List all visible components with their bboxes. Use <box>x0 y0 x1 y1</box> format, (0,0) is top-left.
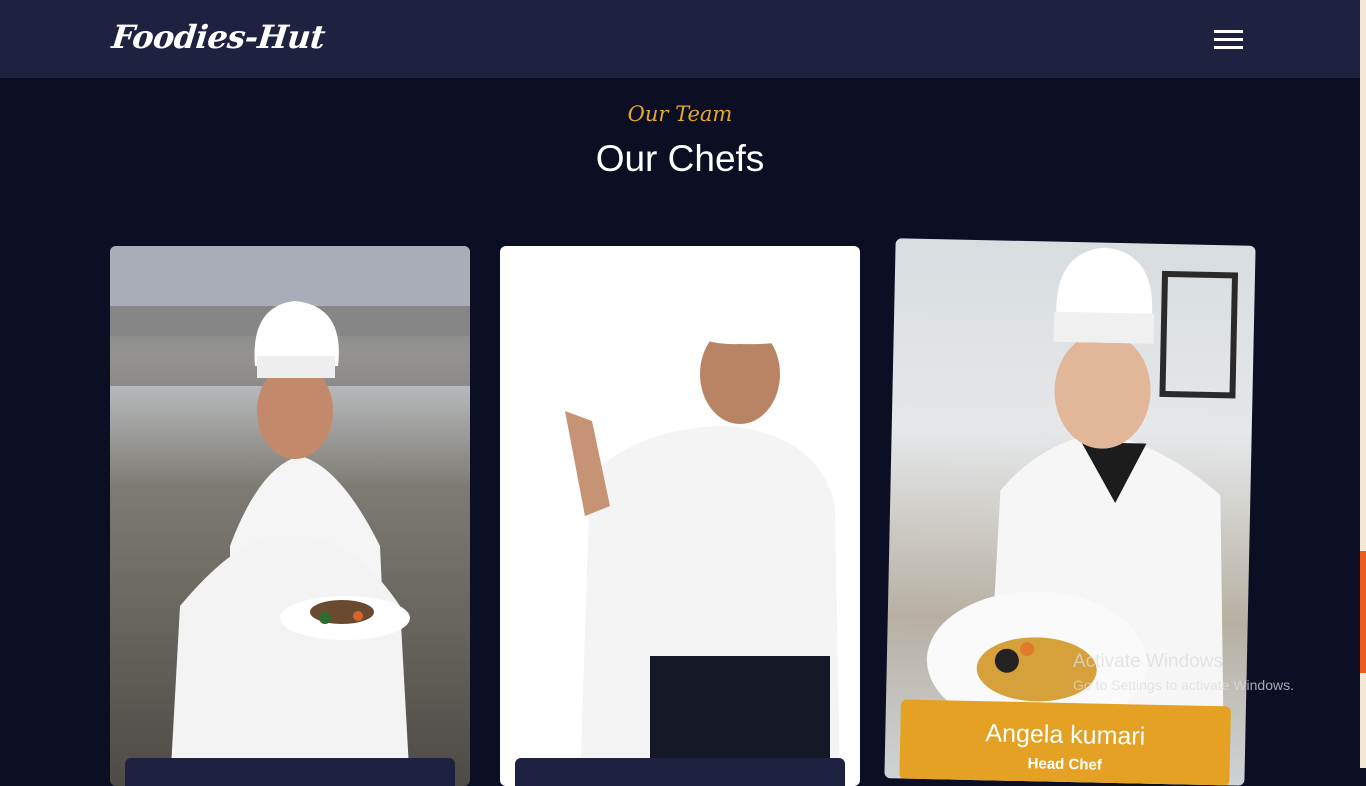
page-scrollbar[interactable] <box>1360 0 1366 768</box>
section-title: Our Chefs <box>595 138 765 179</box>
menu-bar <box>1214 38 1243 41</box>
chef-card[interactable] <box>500 246 860 786</box>
hamburger-menu-icon[interactable] <box>1214 30 1243 50</box>
site-logo[interactable]: Foodies-Hut <box>110 18 327 56</box>
activate-windows-title: Activate Windows <box>1073 651 1223 672</box>
chef-role: Head Chef <box>1027 755 1102 774</box>
chef-name: Angela kumari <box>985 719 1146 751</box>
chef-card[interactable]: Angela kumari Head Chef <box>884 238 1256 786</box>
chef-name-plate <box>125 758 455 786</box>
section-subtitle: Our Team <box>627 102 733 126</box>
scroll-accent <box>1360 551 1366 673</box>
navbar: Foodies-Hut <box>0 0 1360 78</box>
chef-photo <box>565 271 840 786</box>
menu-bar <box>1214 46 1243 49</box>
chef-card[interactable] <box>110 246 470 786</box>
chef-name-plate: Angela kumari Head Chef <box>899 699 1231 786</box>
chef-photo <box>110 246 470 786</box>
activate-windows-subtitle: Go to Settings to activate Windows. <box>1073 677 1294 693</box>
menu-bar <box>1214 30 1243 33</box>
chef-name-plate <box>515 758 845 786</box>
